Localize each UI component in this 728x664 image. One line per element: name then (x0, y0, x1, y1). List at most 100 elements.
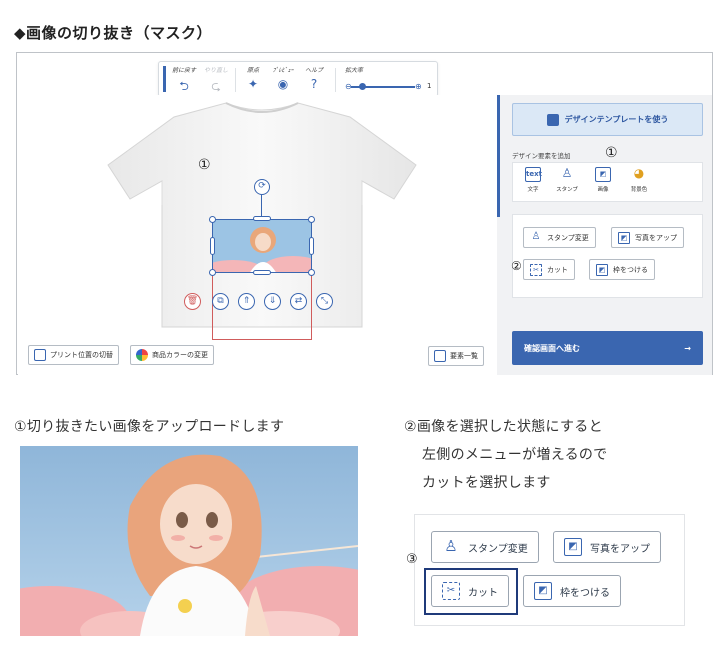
rotate-icon[interactable]: ⟳ (254, 179, 270, 195)
layers-icon (434, 350, 446, 362)
editor-frame: 前に戻す ⮌ やり直し ⮎ 原点 ✦ ﾌﾟﾚﾋﾞｭｰ ◉ ヘルプ ? 拡大率 ⊖… (16, 52, 713, 375)
design-template-button[interactable]: デザインテンプレートを使う (512, 103, 703, 136)
resize-handle[interactable] (210, 237, 215, 255)
preview-button[interactable]: ﾌﾟﾚﾋﾞｭｰ ◉ (268, 65, 298, 91)
stamp-icon: ♙ (531, 230, 541, 242)
resize-handle[interactable] (308, 269, 315, 276)
help-button[interactable]: ヘルプ ? (301, 65, 327, 91)
zoom-label: 拡大率 (345, 67, 364, 74)
resize-handle[interactable] (209, 216, 216, 223)
selected-image[interactable] (212, 219, 312, 273)
step2-text-line3: カットを選択します (422, 475, 551, 491)
panel-scrollbar[interactable] (497, 95, 500, 217)
eye-icon: ◉ (277, 77, 289, 91)
confirm-button[interactable]: 確認画面へ進む → (512, 331, 703, 365)
step2-text-line1: ②画像を選択した状態にすると (404, 419, 603, 435)
step-marker-one: ① (605, 145, 618, 161)
add-stamp-button[interactable]: ♙ スタンプ (553, 166, 581, 194)
design-template-label: デザインテンプレートを使う (564, 115, 669, 124)
redo-label: やり直し (203, 67, 228, 74)
add-text-label: 文字 (527, 187, 539, 193)
scissors-icon: ✂ (530, 263, 542, 276)
help-label: ヘルプ (304, 67, 323, 74)
add-stamp-label: スタンプ (556, 187, 578, 193)
stamp-change-button[interactable]: ♙ スタンプ変更 (523, 227, 596, 248)
delete-icon[interactable]: 🗑 (184, 293, 201, 310)
undo-button[interactable]: 前に戻す ⮌ (171, 65, 197, 98)
origin-label: 原点 (246, 67, 259, 74)
resize-handle[interactable] (308, 216, 315, 223)
layer-down-icon[interactable]: ⇓ (264, 293, 281, 310)
swap-icon (34, 349, 46, 361)
toolbar-divider (235, 68, 236, 92)
toolbar-edge (163, 66, 166, 92)
image-tools-box: ♙ スタンプ変更 ◩ 写真をアップ ② ✂ カット ◩ 枠をつける (511, 214, 703, 298)
arrow-right-icon: → (684, 343, 691, 353)
confirm-label: 確認画面へ進む (524, 343, 580, 353)
print-position-button[interactable]: プリント位置の切替 (28, 345, 119, 365)
fit-icon[interactable]: ⤡ (316, 293, 333, 310)
template-icon (546, 113, 559, 126)
image-icon: ◩ (596, 263, 608, 276)
color-wheel-icon (136, 349, 148, 361)
image-icon: ◩ (564, 538, 582, 556)
step-marker-three: ③ (406, 552, 418, 567)
resize-handle[interactable] (309, 237, 314, 255)
zoom-in-icon[interactable]: ⊕ (415, 82, 422, 91)
undo-label: 前に戻す (171, 67, 196, 74)
image-icon: ◩ (534, 582, 552, 600)
text-icon: text (525, 167, 542, 182)
add-frame-button[interactable]: ◩ 枠をつける (523, 575, 621, 607)
color-change-button[interactable]: 商品カラーの変更 (130, 345, 214, 365)
element-list-button[interactable]: 要素一覧 (428, 346, 484, 366)
resize-handle[interactable] (253, 270, 271, 275)
zoom-value: 1 (427, 82, 432, 90)
add-background-button[interactable]: ◕ 背景色 (625, 166, 653, 194)
origin-icon: ✦ (247, 77, 259, 91)
preview-label: ﾌﾟﾚﾋﾞｭｰ (272, 67, 294, 74)
color-change-label: 商品カラーの変更 (152, 351, 208, 359)
cut-button[interactable]: ✂ カット (523, 259, 575, 280)
cut-highlight-box (424, 568, 518, 615)
image-icon: ◩ (595, 167, 611, 182)
photo-up-button[interactable]: ◩ 写真をアップ (611, 227, 684, 248)
image-icon: ◩ (618, 231, 630, 244)
zoom-slider-handle[interactable] (359, 83, 366, 90)
add-image-button[interactable]: ◩ 画像 (589, 167, 617, 193)
add-background-label: 背景色 (630, 187, 648, 193)
help-icon: ? (310, 77, 318, 91)
stamp-icon: ♙ (561, 166, 573, 180)
anime-girl-thumbnail (213, 220, 311, 272)
layer-up-icon[interactable]: ⇑ (238, 293, 255, 310)
page-heading: ◆画像の切り抜き（マスク） (14, 24, 213, 42)
design-canvas[interactable]: ① ⟳ 🗑 ⧉ ⇑ ⇓ ⇄ ⤡ プリント位置の切替 商品カラーの変更 要素一覧 (18, 95, 497, 375)
color-palette-icon: ◕ (633, 166, 645, 180)
origin-button[interactable]: 原点 ✦ (241, 65, 265, 91)
add-frame-label: 枠をつける (560, 587, 610, 599)
add-elements-label: デザイン要素を追加 (512, 152, 571, 160)
right-panel: デザインテンプレートを使う デザイン要素を追加 ① text 文字 ♙ スタンプ… (497, 95, 712, 375)
add-image-label: 画像 (597, 187, 609, 193)
photo-up-button[interactable]: ◩ 写真をアップ (553, 531, 661, 563)
flip-icon[interactable]: ⇄ (290, 293, 307, 310)
stamp-icon: ♙ (444, 537, 458, 555)
print-position-label: プリント位置の切替 (50, 351, 113, 359)
uploaded-photo (20, 446, 358, 636)
redo-button[interactable]: やり直し ⮎ (203, 65, 229, 98)
add-frame-button[interactable]: ◩ 枠をつける (589, 259, 655, 280)
photo-up-label: 写真をアップ (590, 543, 650, 555)
stamp-change-label: スタンプ変更 (547, 233, 589, 242)
add-text-button[interactable]: text 文字 (519, 167, 547, 193)
step-marker-one: ① (198, 157, 211, 173)
step-marker-two: ② (511, 259, 522, 273)
element-list-label: 要素一覧 (450, 352, 478, 360)
duplicate-icon[interactable]: ⧉ (212, 293, 229, 310)
stamp-change-button[interactable]: ♙ スタンプ変更 (431, 531, 539, 563)
stamp-change-label: スタンプ変更 (468, 543, 528, 555)
resize-handle[interactable] (209, 269, 216, 276)
toolbar-divider (335, 68, 336, 92)
anime-girl-photo (20, 446, 358, 636)
step1-text: ①切り抜きたい画像をアップロードします (14, 419, 285, 435)
resize-handle[interactable] (253, 216, 271, 221)
cut-label: カット (547, 265, 568, 274)
